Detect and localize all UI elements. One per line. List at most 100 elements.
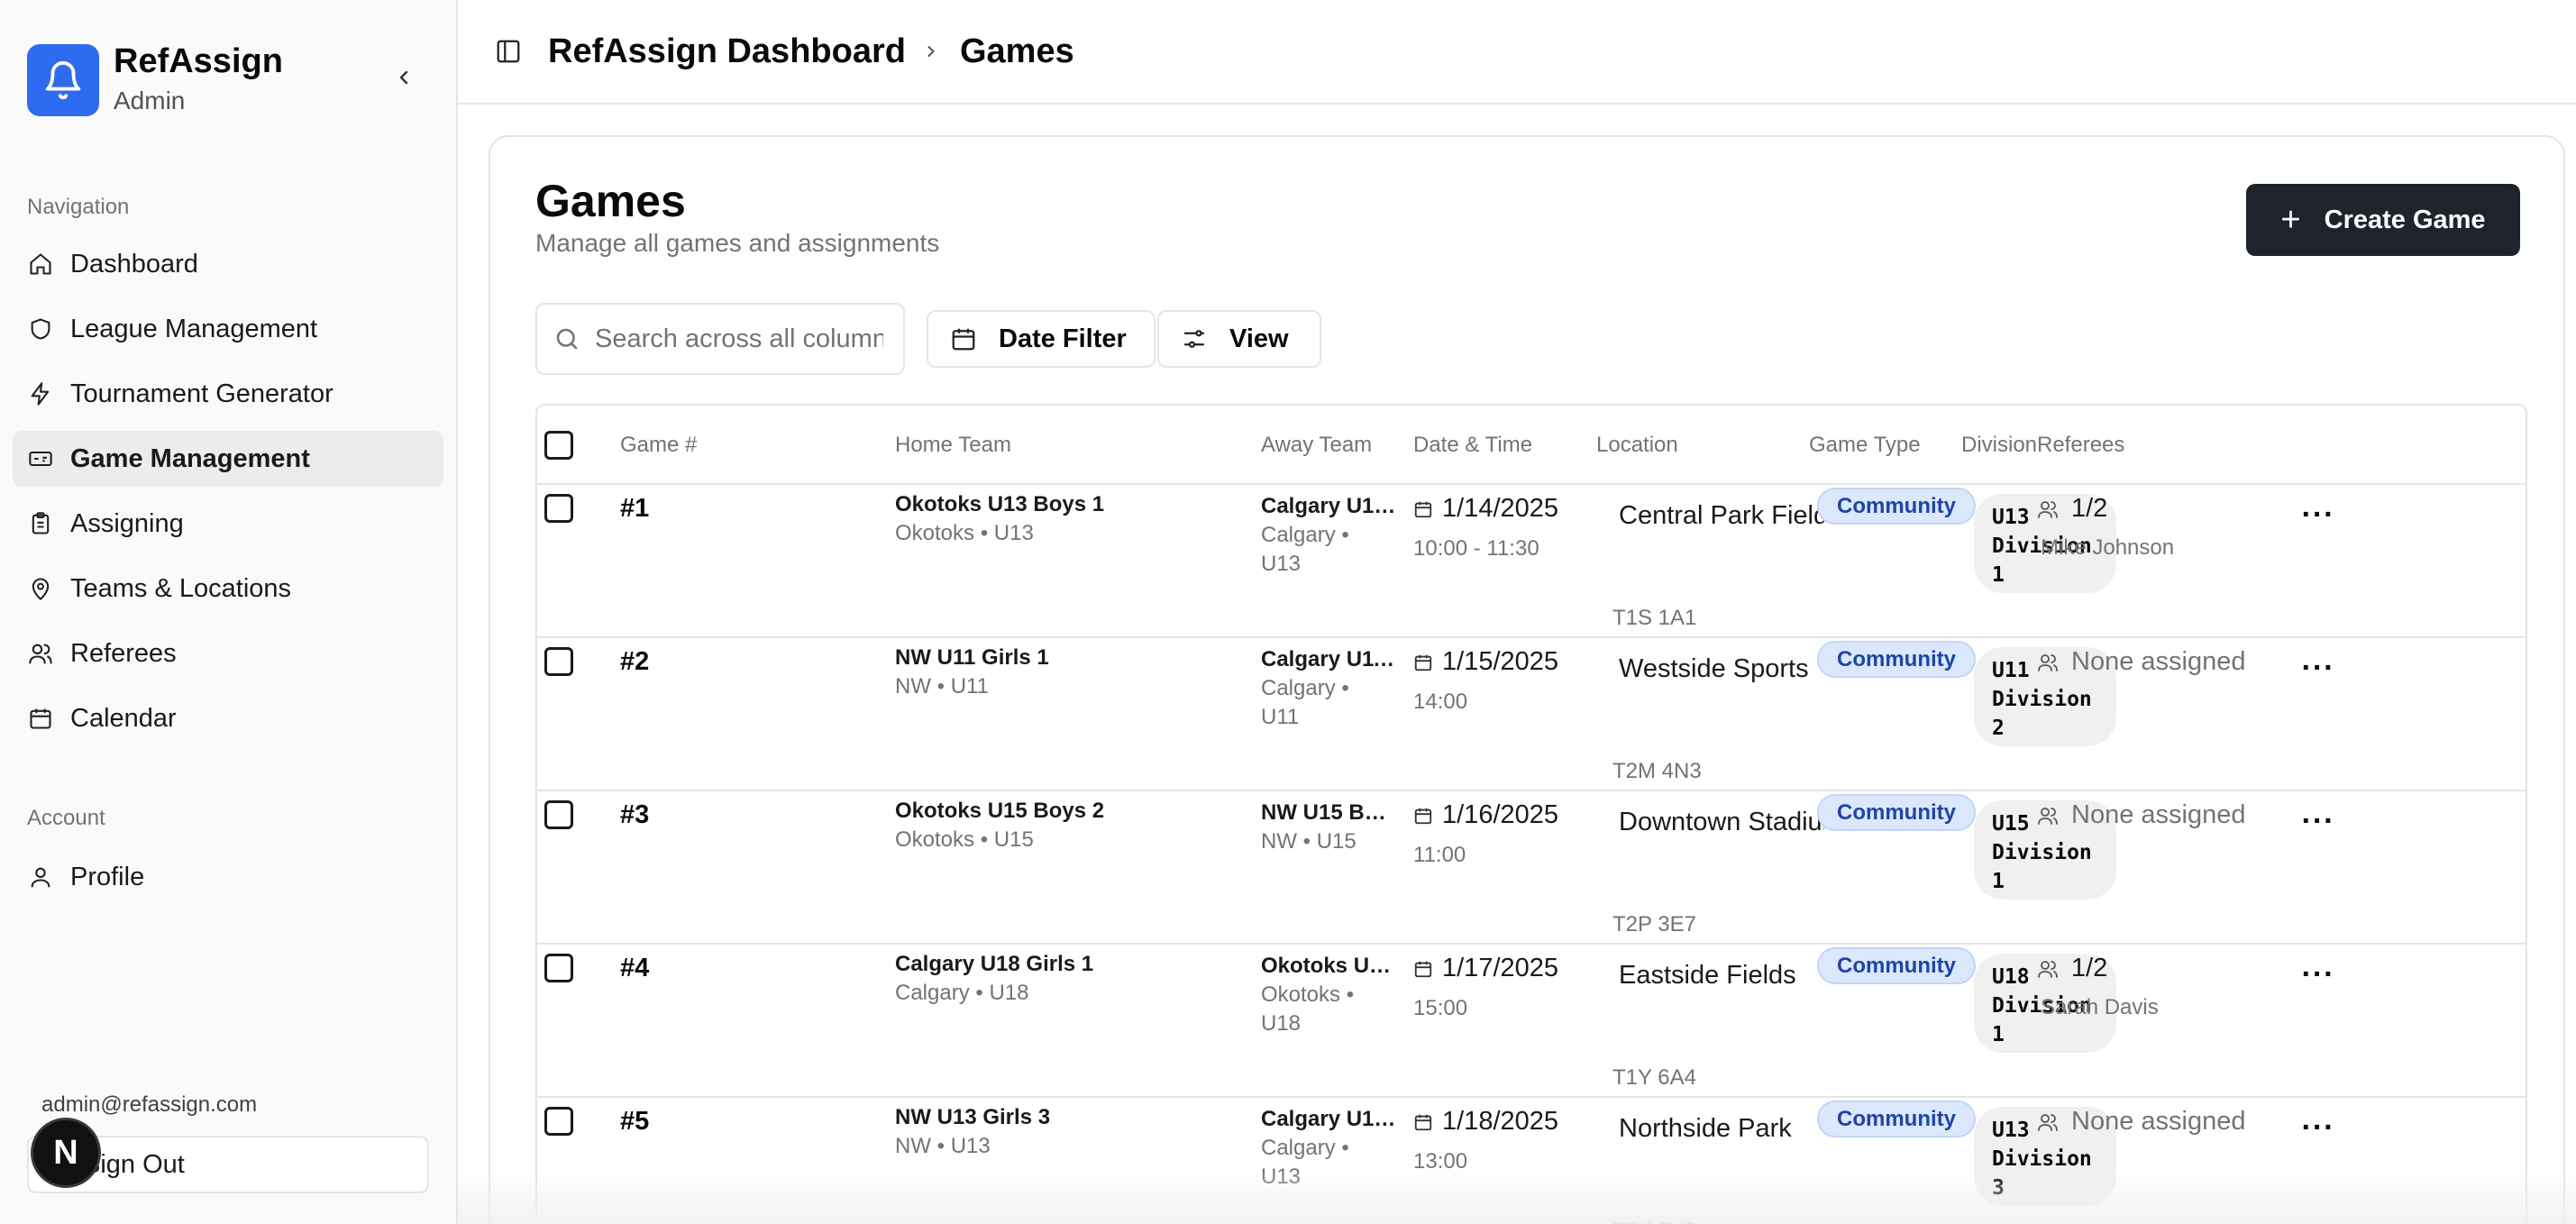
dev-tools-badge[interactable]: N (31, 1118, 101, 1188)
sidebar-item-game-management[interactable]: Game Management (13, 431, 443, 487)
header-location[interactable]: Location (1596, 433, 1678, 458)
sidebar: RefAssign Admin Navigation Dashboard Lea… (0, 0, 458, 1224)
table-row[interactable]: #1 Okotoks U13 Boys 1 Okotoks • U13 Calg… (537, 485, 2526, 638)
page-title: Games (535, 176, 686, 226)
row-checkbox[interactable] (544, 800, 573, 829)
create-game-button[interactable]: + Create Game (2246, 184, 2520, 256)
chevron-left-icon (399, 70, 408, 85)
users-icon (2037, 958, 2059, 980)
breadcrumb-root[interactable]: RefAssign Dashboard (548, 32, 906, 71)
sidebar-item-label: Teams & Locations (70, 573, 292, 603)
division-number: 1 (1992, 563, 2005, 587)
location-code-cell: T2P 3E7 (1612, 912, 1696, 937)
sidebar-item-teams-locations[interactable]: Teams & Locations (13, 561, 443, 617)
row-actions-button[interactable]: ··· (2300, 651, 2336, 685)
referee-status: None assigned (2071, 1107, 2246, 1136)
date-filter-label: Date Filter (999, 324, 1127, 353)
sidebar-item-profile[interactable]: Profile (13, 849, 443, 905)
away-team-meta: Calgary • (1261, 676, 1349, 700)
sidebar-item-tournament-generator[interactable]: Tournament Generator (13, 366, 443, 422)
view-options-button[interactable]: View (1157, 310, 1321, 368)
away-team-name: Calgary U11 Girls 1 (1261, 647, 1396, 671)
division-word: Division (1992, 688, 2092, 711)
select-all-checkbox[interactable] (544, 431, 573, 460)
location-postal-code: T1Y 6A4 (1612, 1065, 1696, 1090)
away-team-meta: Okotoks • (1261, 982, 1355, 1007)
chevron-right-icon (922, 42, 944, 60)
table-row[interactable]: #3 Okotoks U15 Boys 2 Okotoks • U15 NW U… (537, 791, 2526, 945)
table-row[interactable]: #5 NW U13 Girls 3 NW • U13 Calgary U13 G… (537, 1098, 2526, 1224)
more-horizontal-icon: ··· (2301, 650, 2335, 685)
header-game-number[interactable]: Game # (620, 433, 697, 458)
sidebar-item-calendar[interactable]: Calendar (13, 690, 443, 746)
header-division[interactable]: Division (1961, 433, 2039, 458)
home-team-name: NW U13 Girls 3 (895, 1105, 1051, 1129)
location-name-cell: Central Park Field (1619, 501, 1824, 531)
date-time: 1/18/2025 13:00 (1413, 1107, 1558, 1174)
location-code-cell: T2M 4N3 (1612, 759, 1702, 784)
date-time: 1/16/2025 11:00 (1413, 800, 1558, 868)
header-game-type[interactable]: Game Type (1809, 433, 1921, 458)
game-type-badge: Community (1817, 641, 1976, 678)
row-actions-button[interactable]: ··· (2300, 804, 2336, 838)
location-name-cell: Downtown Stadium (1619, 808, 1824, 837)
referee-status: None assigned (2071, 800, 2246, 829)
game-time: 13:00 (1413, 1149, 1468, 1174)
brand-name: RefAssign (114, 42, 283, 80)
division-number: 3 (1992, 1176, 2005, 1200)
users-icon (2037, 652, 2059, 673)
away-team-meta: NW • U15 (1261, 829, 1357, 854)
row-checkbox[interactable] (544, 494, 573, 523)
nav-section-label: Navigation (27, 195, 130, 219)
collapse-sidebar-button[interactable] (389, 63, 418, 92)
calendar-icon (1413, 653, 1433, 672)
sidebar-item-label: Referees (70, 638, 177, 668)
header-date-time[interactable]: Date & Time (1413, 433, 1532, 458)
away-team-name: Calgary U13 Girls 2 (1261, 1107, 1396, 1131)
account-list: Profile (13, 849, 443, 914)
location-name-cell: Eastside Fields (1619, 961, 1824, 991)
search-box (535, 303, 905, 375)
location-name: Eastside Fields (1619, 961, 1796, 990)
away-team-name: Calgary U13 Boys 2 (1261, 494, 1396, 518)
row-checkbox[interactable] (544, 954, 573, 982)
row-checkbox[interactable] (544, 1107, 573, 1136)
home-team-meta: Calgary • U18 (895, 981, 1029, 1005)
location-name-cell: Westside Sports (1619, 654, 1824, 684)
game-type-cell: Community (1817, 947, 1976, 984)
row-checkbox[interactable] (544, 647, 573, 676)
sidebar-item-label: Game Management (70, 443, 310, 473)
game-type-badge: Community (1817, 1101, 1976, 1137)
sidebar-item-assigning[interactable]: Assigning (13, 496, 443, 552)
home-team: Calgary U18 Girls 1 Calgary • U18 (895, 952, 1093, 1006)
row-actions-button[interactable]: ··· (2300, 1110, 2336, 1145)
account-section-label: Account (27, 806, 105, 830)
users-icon (2037, 805, 2059, 827)
game-number: #4 (620, 954, 650, 982)
search-icon (556, 328, 578, 350)
date-filter-button[interactable]: Date Filter (927, 310, 1156, 368)
calendar-icon (1413, 499, 1433, 519)
table-row[interactable]: #2 NW U11 Girls 1 NW • U11 Calgary U11 G… (537, 638, 2526, 791)
header-home-team[interactable]: Home Team (895, 433, 1011, 458)
users-icon (2037, 498, 2059, 520)
panel-toggle-button[interactable] (492, 35, 525, 68)
referee-count: None assigned (2037, 647, 2245, 677)
plus-icon: + (2280, 200, 2301, 239)
location-code-cell: T1Y 6A4 (1612, 1065, 1696, 1091)
header-referees[interactable]: Referees (2037, 433, 2124, 458)
referees-cell: None assigned (2037, 647, 2245, 677)
sidebar-item-dashboard[interactable]: Dashboard (13, 236, 443, 292)
row-actions-button[interactable]: ··· (2300, 957, 2336, 991)
brand: RefAssign Admin (27, 41, 283, 119)
header-away-team[interactable]: Away Team (1261, 433, 1372, 458)
table-row[interactable]: #4 Calgary U18 Girls 1 Calgary • U18 Oko… (537, 945, 2526, 1098)
row-actions-button[interactable]: ··· (2300, 498, 2336, 532)
search-input[interactable] (595, 324, 883, 354)
sidebar-item-referees[interactable]: Referees (13, 626, 443, 681)
sidebar-item-league-management[interactable]: League Management (13, 301, 443, 357)
away-team-name: Okotoks U18 Girls 1 (1261, 954, 1396, 978)
referee-count: None assigned (2037, 800, 2245, 830)
away-team-meta-cont: U18 (1261, 1011, 1302, 1036)
sidebar-item-label: Assigning (70, 508, 184, 538)
